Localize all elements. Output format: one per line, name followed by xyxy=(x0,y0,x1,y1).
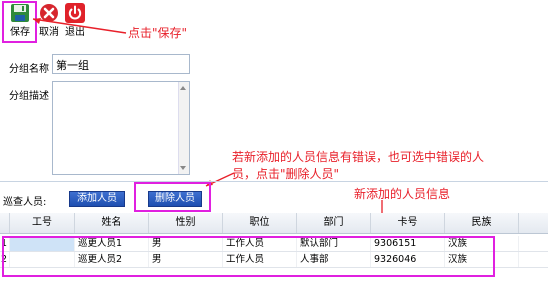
scroll-up-icon[interactable] xyxy=(180,86,186,90)
group-name-value: 第一组 xyxy=(56,59,89,72)
col-header-card[interactable]: 卡号 xyxy=(371,213,445,233)
row-indicator-header xyxy=(0,213,10,233)
col-header-position[interactable]: 职位 xyxy=(223,213,297,233)
col-header-id[interactable]: 工号 xyxy=(10,213,75,233)
table-header: 工号 姓名 性别 职位 部门 卡号 民族 xyxy=(0,213,548,234)
patrol-label: 巡查人员: xyxy=(3,197,47,208)
new-rows-highlight-box xyxy=(2,236,495,277)
desc-scrollbar[interactable] xyxy=(178,82,189,174)
col-header-name[interactable]: 姓名 xyxy=(75,213,149,233)
save-arrow xyxy=(32,18,127,34)
delete-highlight-box xyxy=(134,182,211,212)
group-desc-textarea[interactable] xyxy=(52,81,190,175)
save-hint-text: 点击"保存" xyxy=(128,26,188,40)
col-header-gender[interactable]: 性别 xyxy=(149,213,223,233)
delete-hint-line1: 若新添加的人员信息有错误，也可选中错误的人 xyxy=(232,150,485,164)
group-desc-label: 分组描述 xyxy=(9,91,49,102)
col-header-ethnicity[interactable]: 民族 xyxy=(445,213,519,233)
new-info-hint-text: 新添加的人员信息 xyxy=(354,187,451,201)
add-person-button[interactable]: 添加人员 xyxy=(69,191,125,207)
scroll-down-icon[interactable] xyxy=(180,166,186,170)
col-header-dept[interactable]: 部门 xyxy=(297,213,371,233)
delete-hint-line2: 员，点击"删除人员" xyxy=(232,167,340,181)
group-name-input[interactable]: 第一组 xyxy=(52,54,190,74)
divider xyxy=(0,181,548,182)
group-name-label: 分组名称 xyxy=(9,64,49,75)
